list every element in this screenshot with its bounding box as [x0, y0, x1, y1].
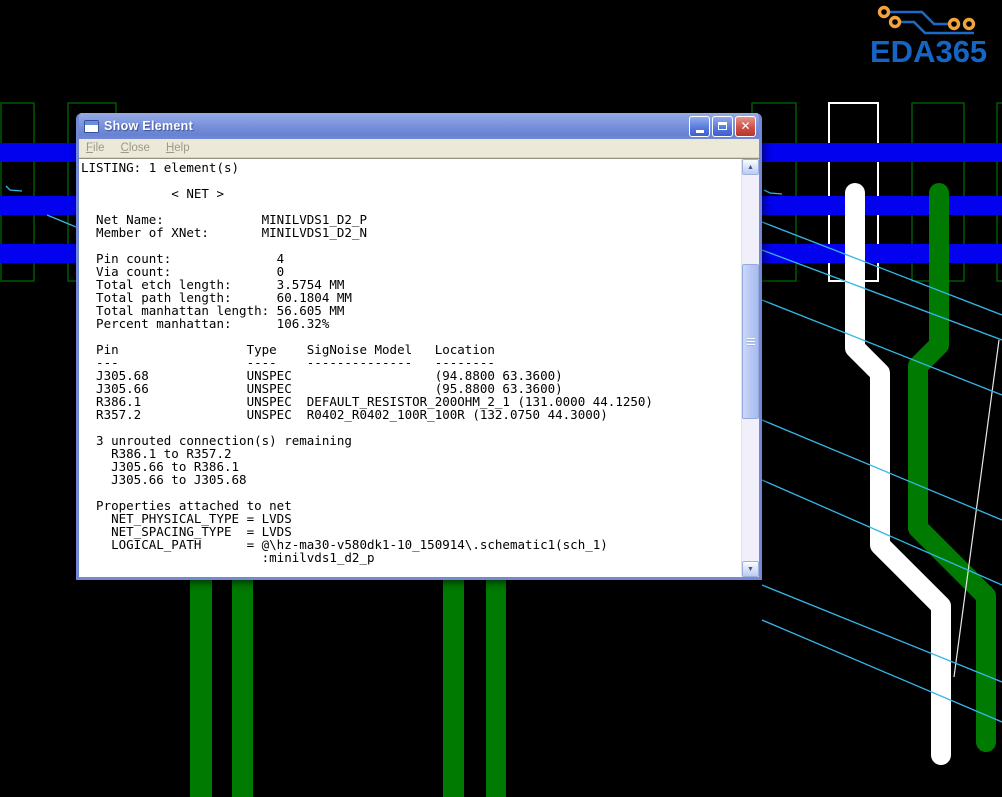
- scroll-up-button[interactable]: ▲: [742, 159, 759, 175]
- ratsnest-line: [5, 185, 23, 192]
- eda365-logo: EDA365: [864, 4, 996, 78]
- trace-green: [908, 183, 996, 752]
- ratsnest-line: [761, 584, 1002, 683]
- pad-bar: [486, 575, 506, 797]
- arrow-up-icon: ▲: [747, 163, 754, 171]
- pad-bar: [443, 575, 464, 797]
- trace-white: [845, 183, 951, 765]
- eda365-logo-circuit: [877, 5, 976, 35]
- minimize-button[interactable]: [689, 115, 710, 137]
- eda365-logo-text: EDA365: [870, 34, 988, 69]
- ratsnest-line: [46, 214, 77, 228]
- arrow-down-icon: ▼: [747, 565, 754, 573]
- listing-line: :minilvds1_d2_p: [81, 550, 375, 565]
- ratsnest-line: [761, 619, 1002, 723]
- pad-bar: [190, 575, 212, 797]
- dialog-menubar: File Close Help: [79, 139, 759, 158]
- listing-line: Percent manhattan: 106.32%: [81, 316, 330, 331]
- menu-help[interactable]: Help: [166, 142, 190, 154]
- scrollbar-grip-icon: [747, 337, 755, 346]
- ratsnest-line: [763, 189, 783, 195]
- maximize-icon: [718, 122, 727, 130]
- listing-line: < NET >: [81, 186, 224, 201]
- listing-line: LISTING: 1 element(s): [81, 160, 240, 175]
- listing-line: Member of XNet: MINILVDS1_D2_N: [81, 225, 367, 240]
- menu-file[interactable]: File: [86, 142, 105, 154]
- listing-line: J305.66 to J305.68: [81, 472, 247, 487]
- listing-text: LISTING: 1 element(s) < NET > Net Name: …: [81, 161, 740, 577]
- scrollbar-thumb[interactable]: [742, 264, 759, 419]
- close-icon: ✕: [740, 119, 751, 133]
- listing-panel: LISTING: 1 element(s) < NET > Net Name: …: [79, 158, 759, 577]
- ratsnest-line: [761, 249, 1002, 341]
- allegro-workspace: EDA365 Show Element ✕ File Close Help LI…: [0, 0, 1002, 797]
- scroll-down-button[interactable]: ▼: [742, 561, 759, 577]
- vertical-scrollbar[interactable]: ▲ ▼: [741, 159, 759, 577]
- dialog-title: Show Element: [104, 119, 194, 133]
- ratsnest-line: [761, 221, 1002, 316]
- maximize-button[interactable]: [712, 115, 733, 137]
- dialog-titlebar[interactable]: Show Element ✕: [79, 113, 759, 139]
- minimize-icon: [695, 129, 704, 133]
- close-button[interactable]: ✕: [735, 115, 756, 137]
- window-icon: [84, 119, 99, 133]
- menu-close[interactable]: Close: [121, 142, 150, 154]
- listing-line: R357.2 UNSPEC R0402_R0402_100R_100R (132…: [81, 407, 608, 422]
- pad-bar: [232, 575, 253, 797]
- show-element-dialog: Show Element ✕ File Close Help LISTING: …: [76, 113, 762, 580]
